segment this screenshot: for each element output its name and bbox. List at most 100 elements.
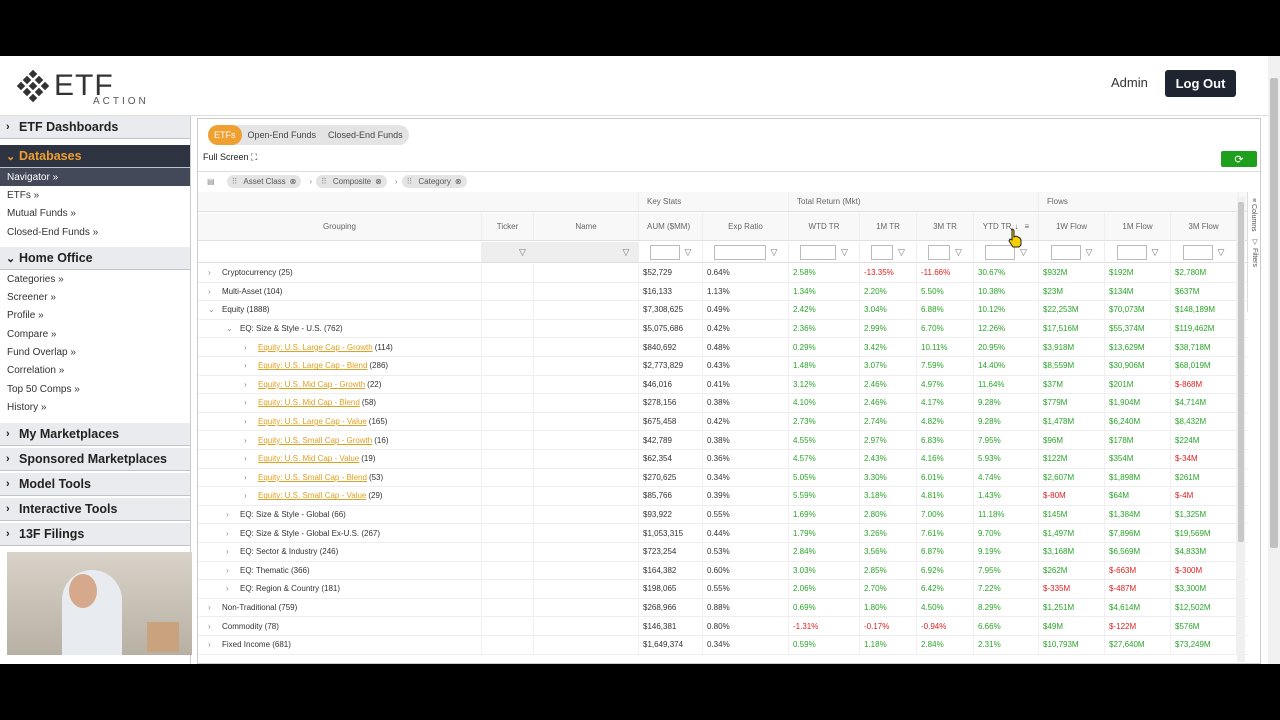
chevron-right-icon[interactable]: › [244, 454, 258, 463]
filter-3m[interactable]: ▽ [917, 242, 974, 262]
filter-ticker[interactable]: ▽ [482, 242, 534, 262]
chevron-right-icon[interactable]: › [208, 622, 222, 631]
etf-action-logo[interactable]: ETF ACTION [16, 68, 146, 107]
group-label[interactable]: Equity: U.S. Mid Cap - Growth [258, 380, 365, 389]
col-1m-tr[interactable]: 1M TR [860, 213, 917, 240]
col-grouping[interactable]: Grouping [198, 213, 482, 240]
sidebar-item-history[interactable]: History » [0, 398, 190, 416]
group-label[interactable]: Equity: U.S. Small Cap - Value [258, 491, 366, 500]
chevron-right-icon[interactable]: › [244, 473, 258, 482]
sidebar-my-marketplaces[interactable]: › My Marketplaces [0, 422, 190, 446]
col-aum[interactable]: AUM ($MM) [639, 213, 703, 240]
sidebar-item-correlation[interactable]: Correlation » [0, 362, 190, 380]
sidebar-item-fund-overlap[interactable]: Fund Overlap » [0, 343, 190, 361]
filter-input[interactable] [871, 244, 894, 260]
chevron-right-icon[interactable]: › [244, 343, 258, 352]
table-row[interactable]: ⌄ EQ: Size & Style - U.S. (762) $5,075,686… [198, 319, 1248, 339]
table-row[interactable]: › EQ: Thematic (366) $164,382 0.60% 3.03% 2.8… [198, 561, 1248, 581]
filter-icon[interactable]: ▽ [1152, 247, 1159, 258]
filter-1m[interactable]: ▽ [860, 242, 917, 262]
table-row[interactable]: › Commodity (78) $146,381 0.80% -1.31% -0.17%… [198, 617, 1248, 636]
sidebar-item-closed-end-funds[interactable]: Closed-End Funds » [0, 223, 190, 241]
filter-icon[interactable]: ▽ [1218, 247, 1225, 258]
table-row[interactable]: › Equity: U.S. Small Cap - Growth (16) $42,… [198, 431, 1248, 450]
chevron-right-icon[interactable]: › [208, 640, 222, 649]
chevron-right-icon[interactable]: › [208, 603, 222, 612]
columns-tool-tab[interactable]: ≡ Columns [1250, 198, 1257, 232]
tab-closed-end-funds[interactable]: Closed-End Funds [322, 125, 409, 145]
col-ticker[interactable]: Ticker [482, 213, 534, 240]
filter-wtd[interactable]: ▽ [789, 242, 860, 262]
table-row[interactable]: › Equity: U.S. Mid Cap - Blend (58) $278,15… [198, 394, 1248, 413]
group-label[interactable]: Equity: U.S. Large Cap - Growth [258, 343, 373, 352]
chevron-down-icon[interactable]: ⌄ [208, 305, 222, 314]
chip-category[interactable]: ⠿ Category ⊗ [401, 175, 467, 188]
table-row[interactable]: › Non-Traditional (759) $268,966 0.88% 0.69%… [198, 598, 1248, 618]
filter-name[interactable]: ▽ [534, 242, 639, 262]
table-row[interactable]: › Multi-Asset (104) $16,133 1.13% 1.34% 2.20%… [198, 282, 1248, 302]
col-3m-flow[interactable]: 3M Flow [1171, 213, 1237, 240]
table-row[interactable]: › Fixed Income (681) $1,649,374 0.34% 0.59% 1… [198, 636, 1248, 655]
sidebar-item-compare[interactable]: Compare » [0, 325, 190, 343]
filter-input[interactable] [713, 244, 766, 260]
chip-asset-class[interactable]: ⠿ Asset Class ⊗ [226, 175, 302, 188]
chevron-right-icon[interactable]: › [226, 566, 240, 575]
table-row[interactable]: › Equity: U.S. Small Cap - Blend (53) $270,… [198, 468, 1248, 488]
sidebar-item-etfs[interactable]: ETFs » [0, 186, 190, 204]
col-1m-flow[interactable]: 1M Flow [1105, 213, 1171, 240]
tab-open-end-funds[interactable]: Open-End Funds [242, 125, 323, 145]
table-row[interactable]: › EQ: Size & Style - Global Ex-U.S. (267)… [198, 524, 1248, 543]
filter-icon[interactable]: ▽ [1020, 247, 1027, 258]
table-row[interactable]: ⌄ Equity (1888) $7,308,625 0.49% 2.42% 3.04% 6… [198, 301, 1248, 320]
page-scrollbar[interactable] [1268, 56, 1280, 664]
filter-input[interactable] [649, 244, 680, 260]
table-row[interactable]: › EQ: Region & Country (181) $198,065 0.55%… [198, 580, 1248, 599]
filter-icon[interactable]: ▽ [841, 247, 848, 258]
filter-input[interactable] [1050, 244, 1081, 260]
filter-1w-flow[interactable]: ▽ [1039, 242, 1105, 262]
remove-icon[interactable]: ⊗ [455, 177, 462, 186]
remove-icon[interactable]: ⊗ [375, 177, 382, 186]
chevron-right-icon[interactable]: › [244, 436, 258, 445]
filter-3m-flow[interactable]: ▽ [1171, 242, 1237, 262]
chevron-right-icon[interactable]: › [226, 584, 240, 593]
filter-icon[interactable]: ▽ [623, 247, 630, 258]
table-row[interactable]: › Equity: U.S. Large Cap - Growth (114) $84… [198, 338, 1248, 357]
table-row[interactable]: › Equity: U.S. Large Cap - Value (165) $675… [198, 412, 1248, 432]
group-label[interactable]: Equity: U.S. Small Cap - Blend [258, 473, 367, 482]
remove-icon[interactable]: ⊗ [290, 177, 297, 186]
sidebar-item-categories[interactable]: Categories » [0, 270, 190, 288]
col-wtd-tr[interactable]: WTD TR [789, 213, 860, 240]
chevron-right-icon[interactable]: › [244, 361, 258, 370]
chevron-right-icon[interactable]: › [226, 510, 240, 519]
filter-input[interactable] [928, 244, 951, 260]
filters-tool-tab[interactable]: ▽ Filters [1250, 238, 1258, 267]
grid-icon[interactable]: ▤ [207, 177, 215, 186]
table-row[interactable]: › Cryptocurrency (25) $52,729 0.64% 2.58% -13… [198, 264, 1248, 283]
chevron-right-icon[interactable]: › [244, 491, 258, 500]
table-row[interactable]: › Equity: U.S. Mid Cap - Growth (22) $46,01… [198, 375, 1248, 395]
col-3m-tr[interactable]: 3M TR [917, 213, 974, 240]
col-name[interactable]: Name [534, 213, 639, 240]
sidebar-model-tools[interactable]: › Model Tools [0, 472, 190, 496]
filter-input[interactable] [1182, 244, 1213, 260]
group-label[interactable]: Equity: U.S. Large Cap - Blend [258, 361, 367, 370]
chevron-right-icon[interactable]: › [244, 398, 258, 407]
table-row[interactable]: › Equity: U.S. Large Cap - Blend (286) $2,7… [198, 357, 1248, 376]
filter-aum[interactable]: ▽ [639, 242, 703, 262]
table-row[interactable]: › EQ: Size & Style - Global (66) $93,922 0.… [198, 505, 1248, 525]
filter-icon[interactable]: ▽ [519, 247, 526, 258]
filter-icon[interactable]: ▽ [898, 247, 905, 258]
group-label[interactable]: Equity: U.S. Mid Cap - Blend [258, 398, 360, 407]
sidebar-item-top50[interactable]: Top 50 Comps » [0, 380, 190, 398]
sidebar-sponsored-marketplaces[interactable]: › Sponsored Marketplaces [0, 447, 190, 471]
sidebar-interactive-tools[interactable]: › Interactive Tools [0, 497, 190, 521]
sidebar-etf-dashboards[interactable]: › ETF Dashboards [0, 116, 190, 139]
full-screen-button[interactable]: Full Screen ⛶ [203, 152, 257, 163]
tab-etfs[interactable]: ETFs [208, 125, 242, 145]
sidebar-home-office[interactable]: ⌄ Home Office [0, 247, 190, 271]
chevron-right-icon[interactable]: › [208, 287, 222, 296]
sidebar-item-screener[interactable]: Screener » [0, 288, 190, 306]
group-label[interactable]: Equity: U.S. Large Cap - Value [258, 417, 367, 426]
sidebar-item-profile[interactable]: Profile » [0, 307, 190, 325]
